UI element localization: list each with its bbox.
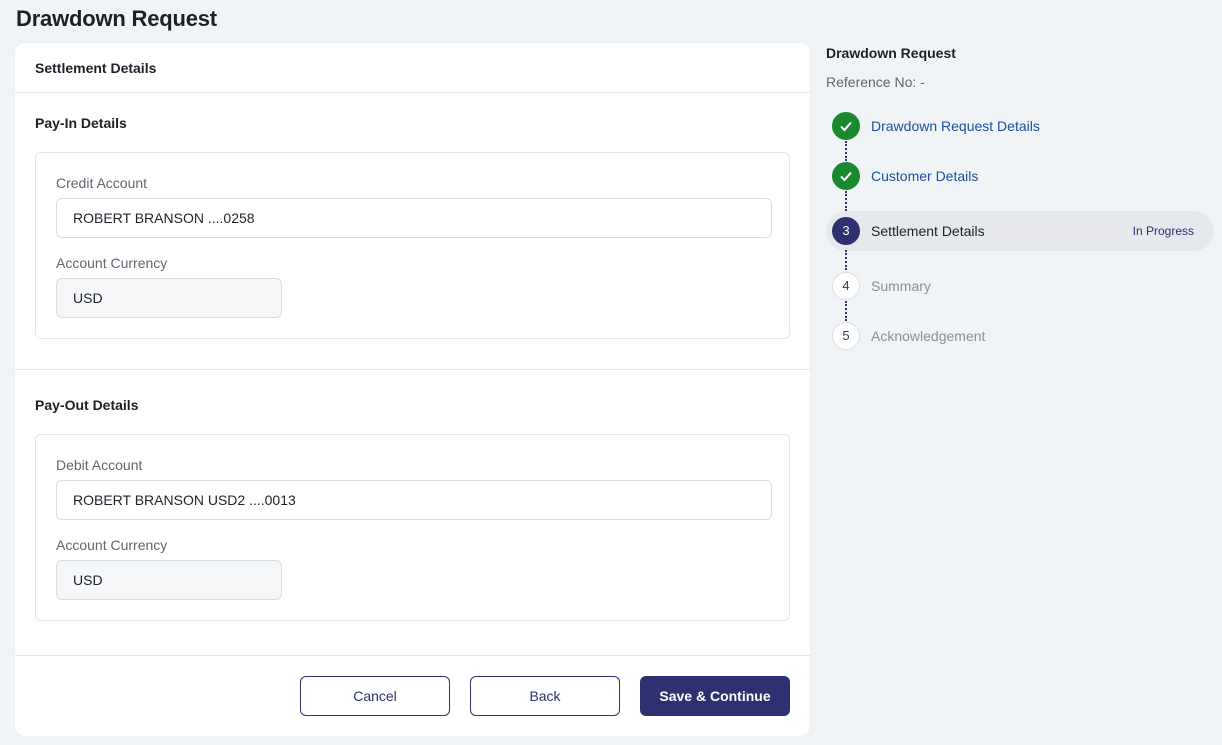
step-number: 4 — [832, 272, 860, 300]
step-number: 5 — [832, 322, 860, 350]
back-button[interactable]: Back — [470, 676, 620, 716]
pay-out-currency-label: Account Currency — [56, 537, 168, 553]
pay-in-group: Credit Account ROBERT BRANSON ....0258 A… — [35, 152, 790, 339]
sidebar-title: Drawdown Request — [826, 45, 956, 61]
step-number: 3 — [832, 217, 860, 245]
step-label: Settlement Details — [871, 223, 985, 239]
credit-account-field[interactable]: ROBERT BRANSON ....0258 — [56, 198, 772, 238]
step-summary[interactable]: 4 Summary — [826, 266, 1214, 306]
save-continue-button[interactable]: Save & Continue — [640, 676, 790, 716]
step-connector — [845, 191, 847, 211]
step-label: Summary — [871, 278, 931, 294]
step-label: Drawdown Request Details — [871, 118, 1040, 134]
reference-number: Reference No: - — [826, 74, 925, 90]
footer-divider — [15, 655, 810, 656]
pay-out-currency-field[interactable]: USD — [56, 560, 282, 600]
check-icon — [832, 162, 860, 190]
pay-out-title: Pay-Out Details — [35, 397, 139, 413]
debit-account-field[interactable]: ROBERT BRANSON USD2 ....0013 — [56, 480, 772, 520]
debit-account-label: Debit Account — [56, 457, 143, 473]
step-label: Acknowledgement — [871, 328, 986, 344]
pay-out-group: Debit Account ROBERT BRANSON USD2 ....00… — [35, 434, 790, 621]
page-title: Drawdown Request — [16, 6, 217, 31]
pay-in-title: Pay-In Details — [35, 115, 127, 131]
settlement-form-card: Settlement Details Pay-In Details Credit… — [15, 43, 810, 736]
section-divider — [15, 369, 810, 370]
step-acknowledgement[interactable]: 5 Acknowledgement — [826, 316, 1214, 356]
step-drawdown-request-details[interactable]: Drawdown Request Details — [826, 106, 1214, 146]
card-header: Settlement Details — [15, 43, 810, 93]
step-status-badge: In Progress — [1132, 224, 1194, 238]
credit-account-label: Credit Account — [56, 175, 148, 191]
check-icon — [832, 112, 860, 140]
step-customer-details[interactable]: Customer Details — [826, 156, 1214, 196]
pay-in-currency-label: Account Currency — [56, 255, 168, 271]
pay-in-currency-field[interactable]: USD — [56, 278, 282, 318]
step-settlement-details[interactable]: 3 Settlement Details In Progress — [826, 211, 1214, 251]
step-label: Customer Details — [871, 168, 979, 184]
cancel-button[interactable]: Cancel — [300, 676, 450, 716]
